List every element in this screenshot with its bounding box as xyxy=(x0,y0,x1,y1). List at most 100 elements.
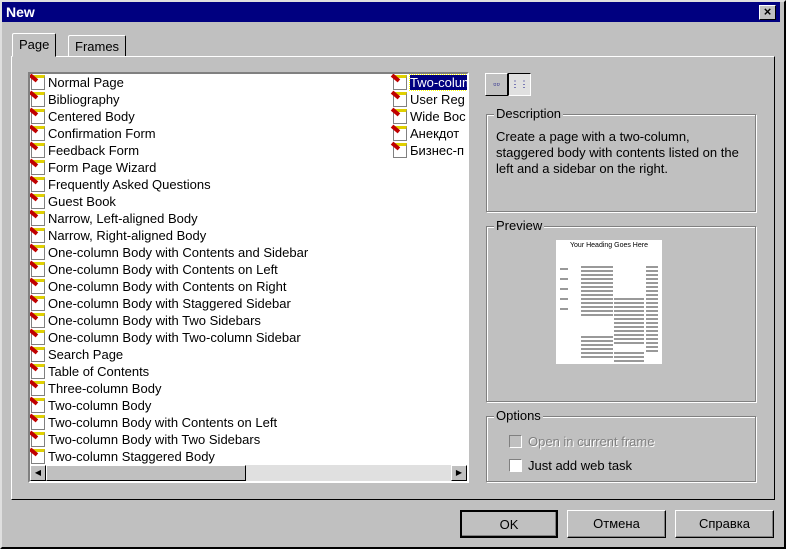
preview-text-line xyxy=(614,302,644,304)
page-template-icon xyxy=(31,364,45,379)
open-in-frame-checkbox[interactable] xyxy=(509,435,522,448)
template-label: User Reg xyxy=(410,92,465,107)
preview-text-line xyxy=(614,334,644,336)
ok-button[interactable]: OK xyxy=(460,510,558,538)
preview-text-line xyxy=(560,298,568,300)
preview-text-line xyxy=(581,298,613,300)
template-item[interactable]: User Reg xyxy=(393,91,465,108)
template-label: One-column Body with Contents on Right xyxy=(48,279,287,294)
page-template-icon xyxy=(31,279,45,294)
template-item[interactable]: Wide Boc xyxy=(393,108,466,125)
template-item[interactable]: Centered Body xyxy=(31,108,135,125)
preview-text-line xyxy=(646,274,658,276)
tab-page[interactable]: Page xyxy=(12,33,57,57)
preview-text-line xyxy=(646,270,658,272)
description-label: Description xyxy=(494,106,564,121)
template-label: Two-column Staggered Body xyxy=(48,449,215,464)
preview-text-line xyxy=(646,306,658,308)
preview-text-line xyxy=(646,266,658,268)
template-label: Form Page Wizard xyxy=(48,160,157,175)
template-item[interactable]: Search Page xyxy=(31,346,123,363)
template-item[interactable]: One-column Body with Two Sidebars xyxy=(31,312,261,329)
preview-text-line xyxy=(614,306,644,308)
preview-text-line xyxy=(614,338,644,340)
template-item[interactable]: Feedback Form xyxy=(31,142,139,159)
page-template-icon xyxy=(31,347,45,362)
template-item[interactable]: One-column Body with Contents on Right xyxy=(31,278,286,295)
page-template-icon xyxy=(31,262,45,277)
cancel-button[interactable]: Отмена xyxy=(567,510,666,538)
horizontal-scrollbar[interactable]: ◀ ▶ xyxy=(30,465,467,481)
preview-text-line xyxy=(581,344,613,346)
just-add-task-checkbox[interactable] xyxy=(509,459,522,472)
preview-text-line xyxy=(581,278,613,280)
preview-label: Preview xyxy=(494,218,545,233)
template-item[interactable]: Two-column Staggered Body xyxy=(31,448,215,465)
preview-text-line xyxy=(581,310,613,312)
template-list[interactable]: Бизнес-п Анекдот Wide Boc User Reg Two-colum… xyxy=(28,72,469,483)
preview-text-line xyxy=(560,308,568,310)
preview-text-line xyxy=(581,348,613,350)
tab-frames[interactable]: Frames xyxy=(68,35,127,57)
template-item[interactable]: Normal Page xyxy=(31,74,124,91)
template-item[interactable]: One-column Body with Staggered Sidebar xyxy=(31,295,291,312)
page-template-icon xyxy=(31,177,45,192)
preview-text-line xyxy=(614,356,644,358)
page-template-icon xyxy=(393,75,407,90)
preview-text-line xyxy=(581,340,613,342)
preview-text-line xyxy=(614,326,644,328)
preview-text-line xyxy=(581,356,613,358)
close-button[interactable]: × xyxy=(759,5,776,20)
template-item[interactable]: One-column Body with Contents and Sideba… xyxy=(31,244,308,261)
scroll-right-button[interactable]: ▶ xyxy=(451,465,467,481)
list-view-button[interactable]: ⋮⋮ xyxy=(508,73,531,96)
page-template-icon xyxy=(31,75,45,90)
template-item[interactable]: Бизнес-п xyxy=(393,142,464,159)
preview-text-line xyxy=(646,342,658,344)
preview-text-line xyxy=(646,310,658,312)
preview-text-line xyxy=(614,322,644,324)
template-label: One-column Body with Contents and Sideba… xyxy=(48,245,309,260)
page-template-icon xyxy=(31,211,45,226)
template-item[interactable]: Two-column Body xyxy=(31,397,151,414)
template-label: Narrow, Left-aligned Body xyxy=(48,211,198,226)
preview-text-line xyxy=(560,288,568,290)
template-item[interactable]: Frequently Asked Questions xyxy=(31,176,211,193)
template-item[interactable]: Three-column Body xyxy=(31,380,161,397)
template-label: Search Page xyxy=(48,347,124,362)
scroll-left-button[interactable]: ◀ xyxy=(30,465,46,481)
template-label: One-column Body with Two-column Sidebar xyxy=(48,330,301,345)
help-button[interactable]: Справка xyxy=(675,510,774,538)
template-item[interactable]: One-column Body with Two-column Sidebar xyxy=(31,329,301,346)
preview-text-line xyxy=(581,302,613,304)
large-icons-view-button[interactable]: ▫▫ xyxy=(485,73,508,96)
page-template-icon xyxy=(31,415,45,430)
template-item[interactable]: Анекдот xyxy=(393,125,459,142)
template-item[interactable]: Bibliography xyxy=(31,91,120,108)
template-label: Confirmation Form xyxy=(48,126,156,141)
template-item[interactable]: Guest Book xyxy=(31,193,116,210)
template-label: Two-colum xyxy=(409,74,467,91)
template-item[interactable]: Two-column Body with Contents on Left xyxy=(31,414,277,431)
preview-text-line xyxy=(646,318,658,320)
template-item[interactable]: Two-colum xyxy=(393,74,467,91)
preview-text-line xyxy=(560,278,568,280)
scroll-thumb[interactable] xyxy=(46,465,246,481)
options-label: Options xyxy=(494,408,543,423)
template-item[interactable]: Narrow, Right-aligned Body xyxy=(31,227,206,244)
template-item[interactable]: One-column Body with Contents on Left xyxy=(31,261,278,278)
template-item[interactable]: Table of Contents xyxy=(31,363,149,380)
template-item[interactable]: Confirmation Form xyxy=(31,125,156,142)
just-add-task-label: Just add web task xyxy=(528,458,633,473)
page-template-icon xyxy=(31,432,45,447)
template-item[interactable]: Two-column Body with Two Sidebars xyxy=(31,431,260,448)
preview-text-line xyxy=(646,282,658,284)
page-template-icon xyxy=(393,143,407,158)
template-label: Centered Body xyxy=(48,109,135,124)
preview-text-line xyxy=(560,268,568,270)
page-template-icon xyxy=(31,160,45,175)
page-template-icon xyxy=(31,245,45,260)
template-item[interactable]: Narrow, Left-aligned Body xyxy=(31,210,198,227)
template-item[interactable]: Form Page Wizard xyxy=(31,159,156,176)
preview-text-line xyxy=(646,326,658,328)
